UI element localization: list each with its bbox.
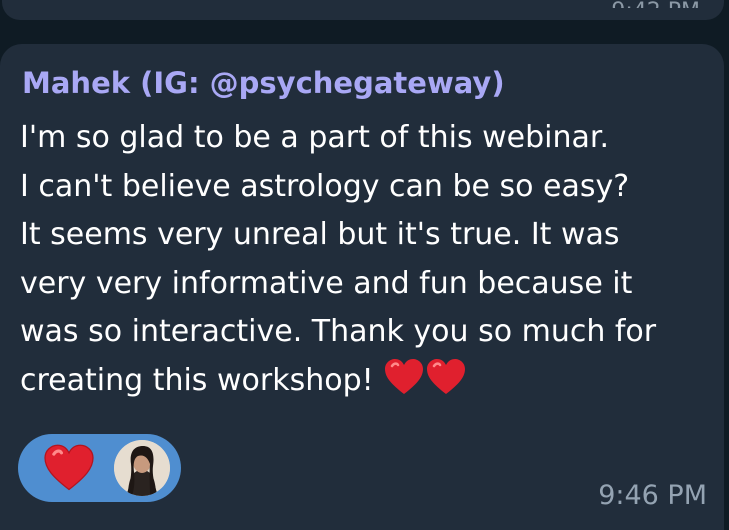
message-line: creating this workshop! — [20, 362, 374, 398]
previous-message-time: 9:42 PM — [611, 1, 700, 8]
avatar[interactable] — [114, 440, 170, 496]
heart-emoji — [42, 444, 96, 496]
sender-name[interactable]: Mahek (IG: @psychegateway) — [22, 66, 505, 100]
message-line: very very informative and fun because it — [20, 265, 633, 301]
message-line: was so interactive. Thank you so much fo… — [20, 314, 657, 349]
message-last-line: creating this workshop! — [20, 357, 710, 412]
message-line: I can't believe astrology can be so easy… — [20, 168, 630, 204]
previous-message-bubble[interactable]: 9:42 PM — [2, 0, 724, 20]
message-time: 9:46 PM — [598, 480, 707, 511]
chat-view: 9:42 PM Mahek (IG: @psychegateway) I'm s… — [0, 0, 729, 530]
heart-emoji — [425, 358, 467, 412]
heart-emoji — [383, 358, 425, 412]
message-line: I'm so glad to be a part of this webinar… — [20, 120, 609, 155]
message-line: It seems very unreal but it's true. It w… — [20, 217, 620, 252]
message-text: I'm so glad to be a part of this webinar… — [20, 114, 710, 411]
reaction-button[interactable] — [18, 434, 181, 502]
